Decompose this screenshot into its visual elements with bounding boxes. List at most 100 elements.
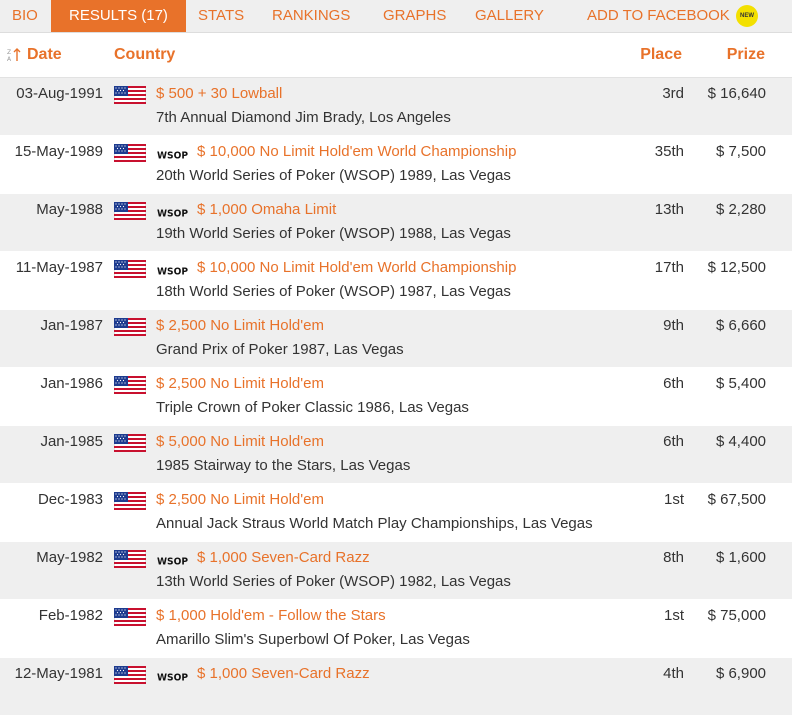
- wsop-logo-icon: WSOP: [157, 673, 188, 683]
- table-row: 12-May-1981 WSOP $ 1,000 Seven-Card Razz…: [0, 658, 792, 716]
- tab-bar: BIO RESULTS (17) STATS RANKINGS GRAPHS G…: [0, 0, 792, 33]
- table-row: Feb-1982 $ 1,000 Hold'em - Follow the St…: [0, 600, 792, 658]
- column-header-prize[interactable]: Prize: [727, 33, 765, 77]
- event-link[interactable]: $ 1,000 Hold'em - Follow the Stars: [156, 607, 386, 624]
- svg-text:WSOP: WSOP: [157, 151, 188, 161]
- venue-name: 18th World Series of Poker (WSOP) 1987, …: [156, 283, 511, 300]
- result-place: 4th: [663, 665, 684, 682]
- us-flag-icon: [114, 666, 146, 684]
- result-place: 1st: [663, 607, 684, 624]
- wsop-logo-icon: WSOP: [157, 151, 188, 161]
- result-date: 15-May-1989: [14, 143, 103, 160]
- wsop-logo-icon: WSOP: [157, 209, 188, 219]
- svg-text:WSOP: WSOP: [157, 267, 188, 277]
- result-place: 17th: [654, 259, 684, 276]
- event-link[interactable]: $ 10,000 No Limit Hold'em World Champion…: [197, 143, 516, 160]
- us-flag-icon: [114, 492, 146, 510]
- event-link[interactable]: $ 1,000 Seven-Card Razz: [197, 549, 370, 566]
- table-row: Jan-1987 $ 2,500 No Limit Hold'em Grand …: [0, 310, 792, 368]
- result-prize: $ 16,640: [707, 85, 766, 102]
- result-place: 1st: [663, 491, 684, 508]
- column-header-country[interactable]: Country: [114, 33, 175, 77]
- tab-graphs[interactable]: GRAPHS: [383, 0, 446, 32]
- tab-gallery[interactable]: GALLERY: [475, 0, 544, 32]
- sort-az-icon[interactable]: Z A: [7, 48, 21, 62]
- tab-bio[interactable]: BIO: [12, 0, 38, 32]
- result-prize: $ 1,600: [715, 549, 766, 566]
- result-prize: $ 67,500: [707, 491, 766, 508]
- table-row: 15-May-1989 WSOP $ 10,000 No Limit Hold'…: [0, 136, 792, 194]
- event-link[interactable]: $ 2,500 No Limit Hold'em: [156, 491, 324, 508]
- result-prize: $ 4,400: [715, 433, 766, 450]
- tab-stats[interactable]: STATS: [198, 0, 244, 32]
- result-place: 13th: [654, 201, 684, 218]
- result-prize: $ 7,500: [715, 143, 766, 160]
- event-link[interactable]: $ 10,000 No Limit Hold'em World Champion…: [197, 259, 516, 276]
- result-date: May-1982: [36, 549, 103, 566]
- venue-name: 20th World Series of Poker (WSOP) 1989, …: [156, 167, 511, 184]
- column-header-place[interactable]: Place: [640, 33, 682, 77]
- event-link[interactable]: $ 2,500 No Limit Hold'em: [156, 375, 324, 392]
- venue-name: Grand Prix of Poker 1987, Las Vegas: [156, 341, 404, 358]
- table-row: Jan-1986 $ 2,500 No Limit Hold'em Triple…: [0, 368, 792, 426]
- result-date: 03-Aug-1991: [16, 85, 103, 102]
- event-link[interactable]: $ 1,000 Omaha Limit: [197, 201, 336, 218]
- results-table-header: Z A Date Country Place Prize: [0, 33, 792, 78]
- us-flag-icon: [114, 202, 146, 220]
- svg-text:A: A: [7, 56, 12, 62]
- venue-name: 13th World Series of Poker (WSOP) 1982, …: [156, 573, 511, 590]
- result-date: 12-May-1981: [14, 665, 103, 682]
- event-link[interactable]: $ 2,500 No Limit Hold'em: [156, 317, 324, 334]
- svg-text:WSOP: WSOP: [157, 557, 188, 567]
- us-flag-icon: [114, 86, 146, 104]
- svg-text:Z: Z: [7, 49, 11, 56]
- us-flag-icon: [114, 376, 146, 394]
- result-date: May-1988: [36, 201, 103, 218]
- tab-rankings[interactable]: RANKINGS: [272, 0, 350, 32]
- us-flag-icon: [114, 550, 146, 568]
- table-row: May-1988 WSOP $ 1,000 Omaha Limit 19th W…: [0, 194, 792, 252]
- result-prize: $ 5,400: [715, 375, 766, 392]
- result-prize: $ 75,000: [707, 607, 766, 624]
- us-flag-icon: [114, 318, 146, 336]
- column-header-date[interactable]: Date: [27, 33, 62, 77]
- result-place: 8th: [663, 549, 684, 566]
- result-prize: $ 6,660: [715, 317, 766, 334]
- result-place: 6th: [663, 375, 684, 392]
- svg-text:WSOP: WSOP: [157, 209, 188, 219]
- table-row: May-1982 WSOP $ 1,000 Seven-Card Razz 13…: [0, 542, 792, 600]
- result-place: 6th: [663, 433, 684, 450]
- venue-name: Annual Jack Straus World Match Play Cham…: [156, 515, 593, 532]
- result-date: Jan-1985: [40, 433, 103, 450]
- event-link[interactable]: $ 1,000 Seven-Card Razz: [197, 665, 370, 682]
- result-place: 35th: [654, 143, 684, 160]
- venue-name: 7th Annual Diamond Jim Brady, Los Angele…: [156, 109, 451, 126]
- table-row: 11-May-1987 WSOP $ 10,000 No Limit Hold'…: [0, 252, 792, 310]
- svg-text:WSOP: WSOP: [157, 673, 188, 683]
- result-date: Feb-1982: [38, 607, 103, 624]
- venue-name: Triple Crown of Poker Classic 1986, Las …: [156, 399, 469, 416]
- venue-name: Amarillo Slim's Superbowl Of Poker, Las …: [156, 631, 470, 648]
- result-prize: $ 2,280: [715, 201, 766, 218]
- us-flag-icon: [114, 144, 146, 162]
- result-date: 11-May-1987: [15, 259, 103, 276]
- result-place: 9th: [663, 317, 684, 334]
- wsop-logo-icon: WSOP: [157, 267, 188, 277]
- venue-name: 1985 Stairway to the Stars, Las Vegas: [156, 457, 411, 474]
- add-to-facebook-label: ADD TO FACEBOOK: [587, 7, 730, 24]
- table-row: Dec-1983 $ 2,500 No Limit Hold'em Annual…: [0, 484, 792, 542]
- tab-add-to-facebook[interactable]: ADD TO FACEBOOK NEW: [587, 0, 758, 32]
- wsop-logo-icon: WSOP: [157, 557, 188, 567]
- result-place: 3rd: [662, 85, 684, 102]
- us-flag-icon: [114, 260, 146, 278]
- event-link[interactable]: $ 500 + 30 Lowball: [156, 85, 282, 102]
- table-row: 03-Aug-1991 $ 500 + 30 Lowball 7th Annua…: [0, 78, 792, 136]
- tab-results[interactable]: RESULTS (17): [51, 0, 186, 32]
- event-link[interactable]: $ 5,000 No Limit Hold'em: [156, 433, 324, 450]
- table-row: Jan-1985 $ 5,000 No Limit Hold'em 1985 S…: [0, 426, 792, 484]
- result-date: Jan-1986: [40, 375, 103, 392]
- us-flag-icon: [114, 434, 146, 452]
- result-prize: $ 12,500: [707, 259, 766, 276]
- result-date: Dec-1983: [37, 491, 103, 508]
- results-table-body: 03-Aug-1991 $ 500 + 30 Lowball 7th Annua…: [0, 78, 792, 716]
